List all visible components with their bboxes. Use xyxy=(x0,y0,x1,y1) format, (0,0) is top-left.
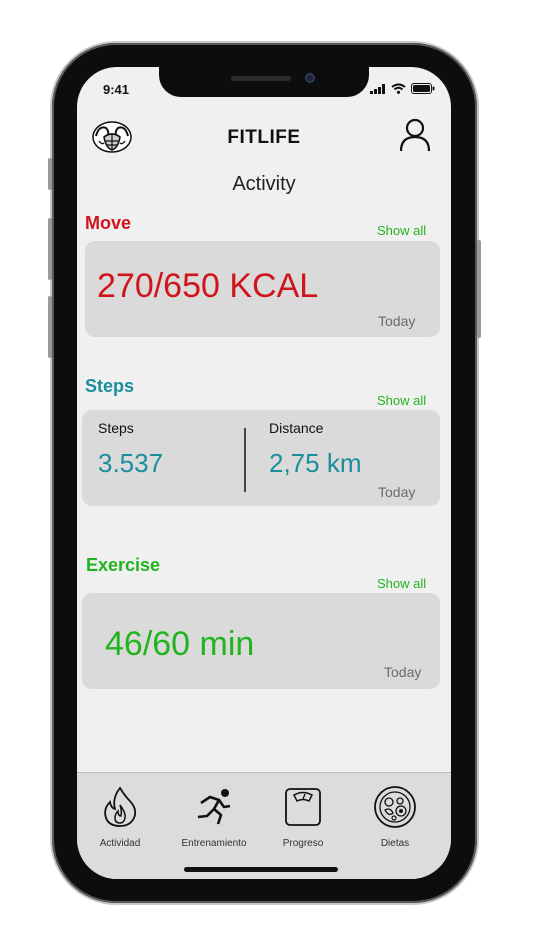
exercise-card[interactable]: 46/60 min Today xyxy=(82,593,440,689)
scale-icon xyxy=(285,788,321,826)
volume-up-button xyxy=(48,218,52,280)
tab-entrenamiento[interactable]: Entrenamiento xyxy=(174,785,254,849)
exercise-period: Today xyxy=(384,664,422,680)
steps-section-label: Steps xyxy=(85,376,135,396)
user-profile-icon[interactable] xyxy=(399,117,431,158)
tab-label: Actividad xyxy=(99,838,141,849)
volume-down-button xyxy=(48,296,52,358)
battery-icon xyxy=(411,83,435,94)
move-value: 270/650 KCAL xyxy=(97,267,319,305)
move-section-label: Move xyxy=(85,213,132,233)
app-title: FITLIFE xyxy=(227,127,301,148)
move-show-all-link[interactable]: Show all xyxy=(377,223,426,238)
tab-label: Entrenamiento xyxy=(181,838,247,849)
steps-period: Today xyxy=(378,484,416,500)
steps-show-all-link[interactable]: Show all xyxy=(377,393,426,408)
steps-card[interactable]: Steps 3.537 Distance 2,75 km Today xyxy=(82,410,440,506)
distance-value: 2,75 km xyxy=(269,448,362,478)
tab-progreso[interactable]: Progreso xyxy=(263,785,343,849)
steps-count-value: 3.537 xyxy=(98,448,164,478)
distance-label: Distance xyxy=(269,420,324,436)
tab-label: Progreso xyxy=(282,838,324,849)
exercise-section-label: Exercise xyxy=(86,555,161,575)
running-icon xyxy=(197,789,231,825)
flame-icon xyxy=(104,786,137,827)
move-card[interactable]: 270/650 KCAL Today xyxy=(85,241,440,337)
page-title: Activity xyxy=(232,173,296,195)
tab-label: Dietas xyxy=(380,838,410,849)
power-button xyxy=(477,240,481,338)
speaker xyxy=(231,76,291,81)
status-time: 9:41 xyxy=(103,82,130,97)
home-indicator[interactable] xyxy=(184,867,338,872)
diet-plate-icon xyxy=(374,786,416,828)
mute-switch xyxy=(48,158,52,190)
screen: 9:41 FITLIFE Activity Move Show all 270/… xyxy=(77,67,451,879)
move-period: Today xyxy=(378,313,416,329)
tab-dietas[interactable]: Dietas xyxy=(355,785,435,849)
tab-actividad[interactable]: Actividad xyxy=(80,785,160,849)
steps-divider xyxy=(244,428,246,492)
wifi-icon xyxy=(391,83,406,94)
status-icons xyxy=(370,83,435,94)
signal-icon xyxy=(370,83,385,94)
front-camera xyxy=(305,73,315,83)
exercise-value: 46/60 min xyxy=(105,625,255,663)
notch xyxy=(159,67,369,97)
steps-count-label: Steps xyxy=(98,420,134,436)
tab-bar: Actividad Entrenamiento Progreso Dietas xyxy=(77,772,451,879)
exercise-show-all-link[interactable]: Show all xyxy=(377,576,426,591)
